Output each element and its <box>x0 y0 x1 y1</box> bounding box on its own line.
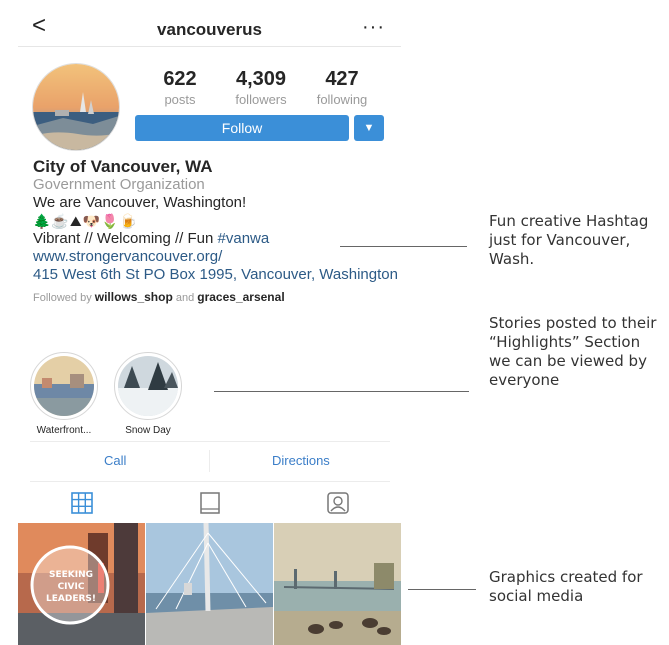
highlight-label: Snow Day <box>125 425 171 436</box>
grid-photo-geese[interactable] <box>274 523 401 645</box>
feed-view-icon[interactable] <box>199 492 221 514</box>
follow-button[interactable]: Follow <box>135 115 349 141</box>
highlight-label: Waterfront... <box>36 425 92 436</box>
bio-emoji: 🌲☕⛰🐶🌷🍺 <box>33 213 138 229</box>
header-divider <box>18 46 401 47</box>
website-link[interactable]: www.strongervancouver.org/ <box>33 248 398 266</box>
grid-photo-bridge[interactable] <box>146 523 273 645</box>
followers-stat[interactable]: 4,309 followers <box>221 68 301 107</box>
bio-line: We are Vancouver, Washington! <box>33 194 247 211</box>
more-options-icon[interactable]: ··· <box>362 16 385 39</box>
highlight-thumbnail <box>118 356 178 416</box>
profile-stats: 622 posts 4,309 followers 427 following <box>140 68 400 108</box>
divider <box>209 450 210 472</box>
posts-stat[interactable]: 622 posts <box>140 68 220 107</box>
highlight-thumbnail <box>34 356 94 416</box>
divider <box>30 481 390 482</box>
profile-bio: City of Vancouver, WA Government Organiz… <box>33 158 398 307</box>
avatar[interactable] <box>33 64 119 150</box>
annotation-line <box>340 246 467 247</box>
follower-link[interactable]: willows_shop <box>95 290 173 304</box>
followed-by: Followed by willows_shop and graces_arse… <box>33 288 398 307</box>
followers-label: followers <box>235 92 287 107</box>
instagram-profile: < vancouverus ··· 622 posts 4,309 follow… <box>18 0 401 645</box>
followed-prefix: Followed by <box>33 292 95 304</box>
address-link[interactable]: 415 West 6th St PO Box 1995, Vancouver, … <box>33 266 398 284</box>
posts-count: 622 <box>163 68 197 90</box>
highlight-snow-day[interactable]: Snow Day <box>114 352 182 436</box>
grid-view-icon[interactable] <box>71 492 93 514</box>
highlight-ring <box>30 352 98 420</box>
annotation-graphics: Graphics created for social media <box>489 568 643 605</box>
bio-tagline-text: Vibrant // Welcoming // Fun <box>33 230 218 247</box>
highlight-waterfront[interactable]: Waterfront... <box>30 352 98 436</box>
divider <box>30 441 390 442</box>
annotation-line <box>408 589 476 590</box>
annotation-hashtag: Fun creative Hashtag just for Vancouver,… <box>489 212 649 268</box>
following-label: following <box>316 92 368 107</box>
posts-label: posts <box>164 92 196 107</box>
grid-photo-civic-leaders[interactable]: SEEKING CIVIC LEADERS! <box>18 523 145 645</box>
highlight-ring <box>114 352 182 420</box>
tagged-icon[interactable] <box>327 492 349 514</box>
annotation-line <box>214 391 469 392</box>
followed-and: and <box>172 292 198 304</box>
profile-header: < vancouverus ··· <box>18 6 401 46</box>
hashtag-link[interactable]: #vanwa <box>218 230 270 247</box>
profile-username: vancouverus <box>157 20 262 39</box>
follower-link[interactable]: graces_arsenal <box>197 290 284 304</box>
following-count: 427 <box>325 68 359 90</box>
chevron-down-icon[interactable]: ▼ <box>354 115 384 141</box>
call-button[interactable]: Call <box>104 453 126 468</box>
followers-count: 4,309 <box>235 68 287 90</box>
following-stat[interactable]: 427 following <box>302 68 382 107</box>
annotation-highlights: Stories posted to their “Highlights” Sec… <box>489 314 657 389</box>
directions-button[interactable]: Directions <box>272 453 330 468</box>
profile-name: City of Vancouver, WA <box>33 157 213 176</box>
profile-category: Government Organization <box>33 176 205 193</box>
grid-photo-caption: SEEKING CIVIC LEADERS! <box>46 570 96 604</box>
